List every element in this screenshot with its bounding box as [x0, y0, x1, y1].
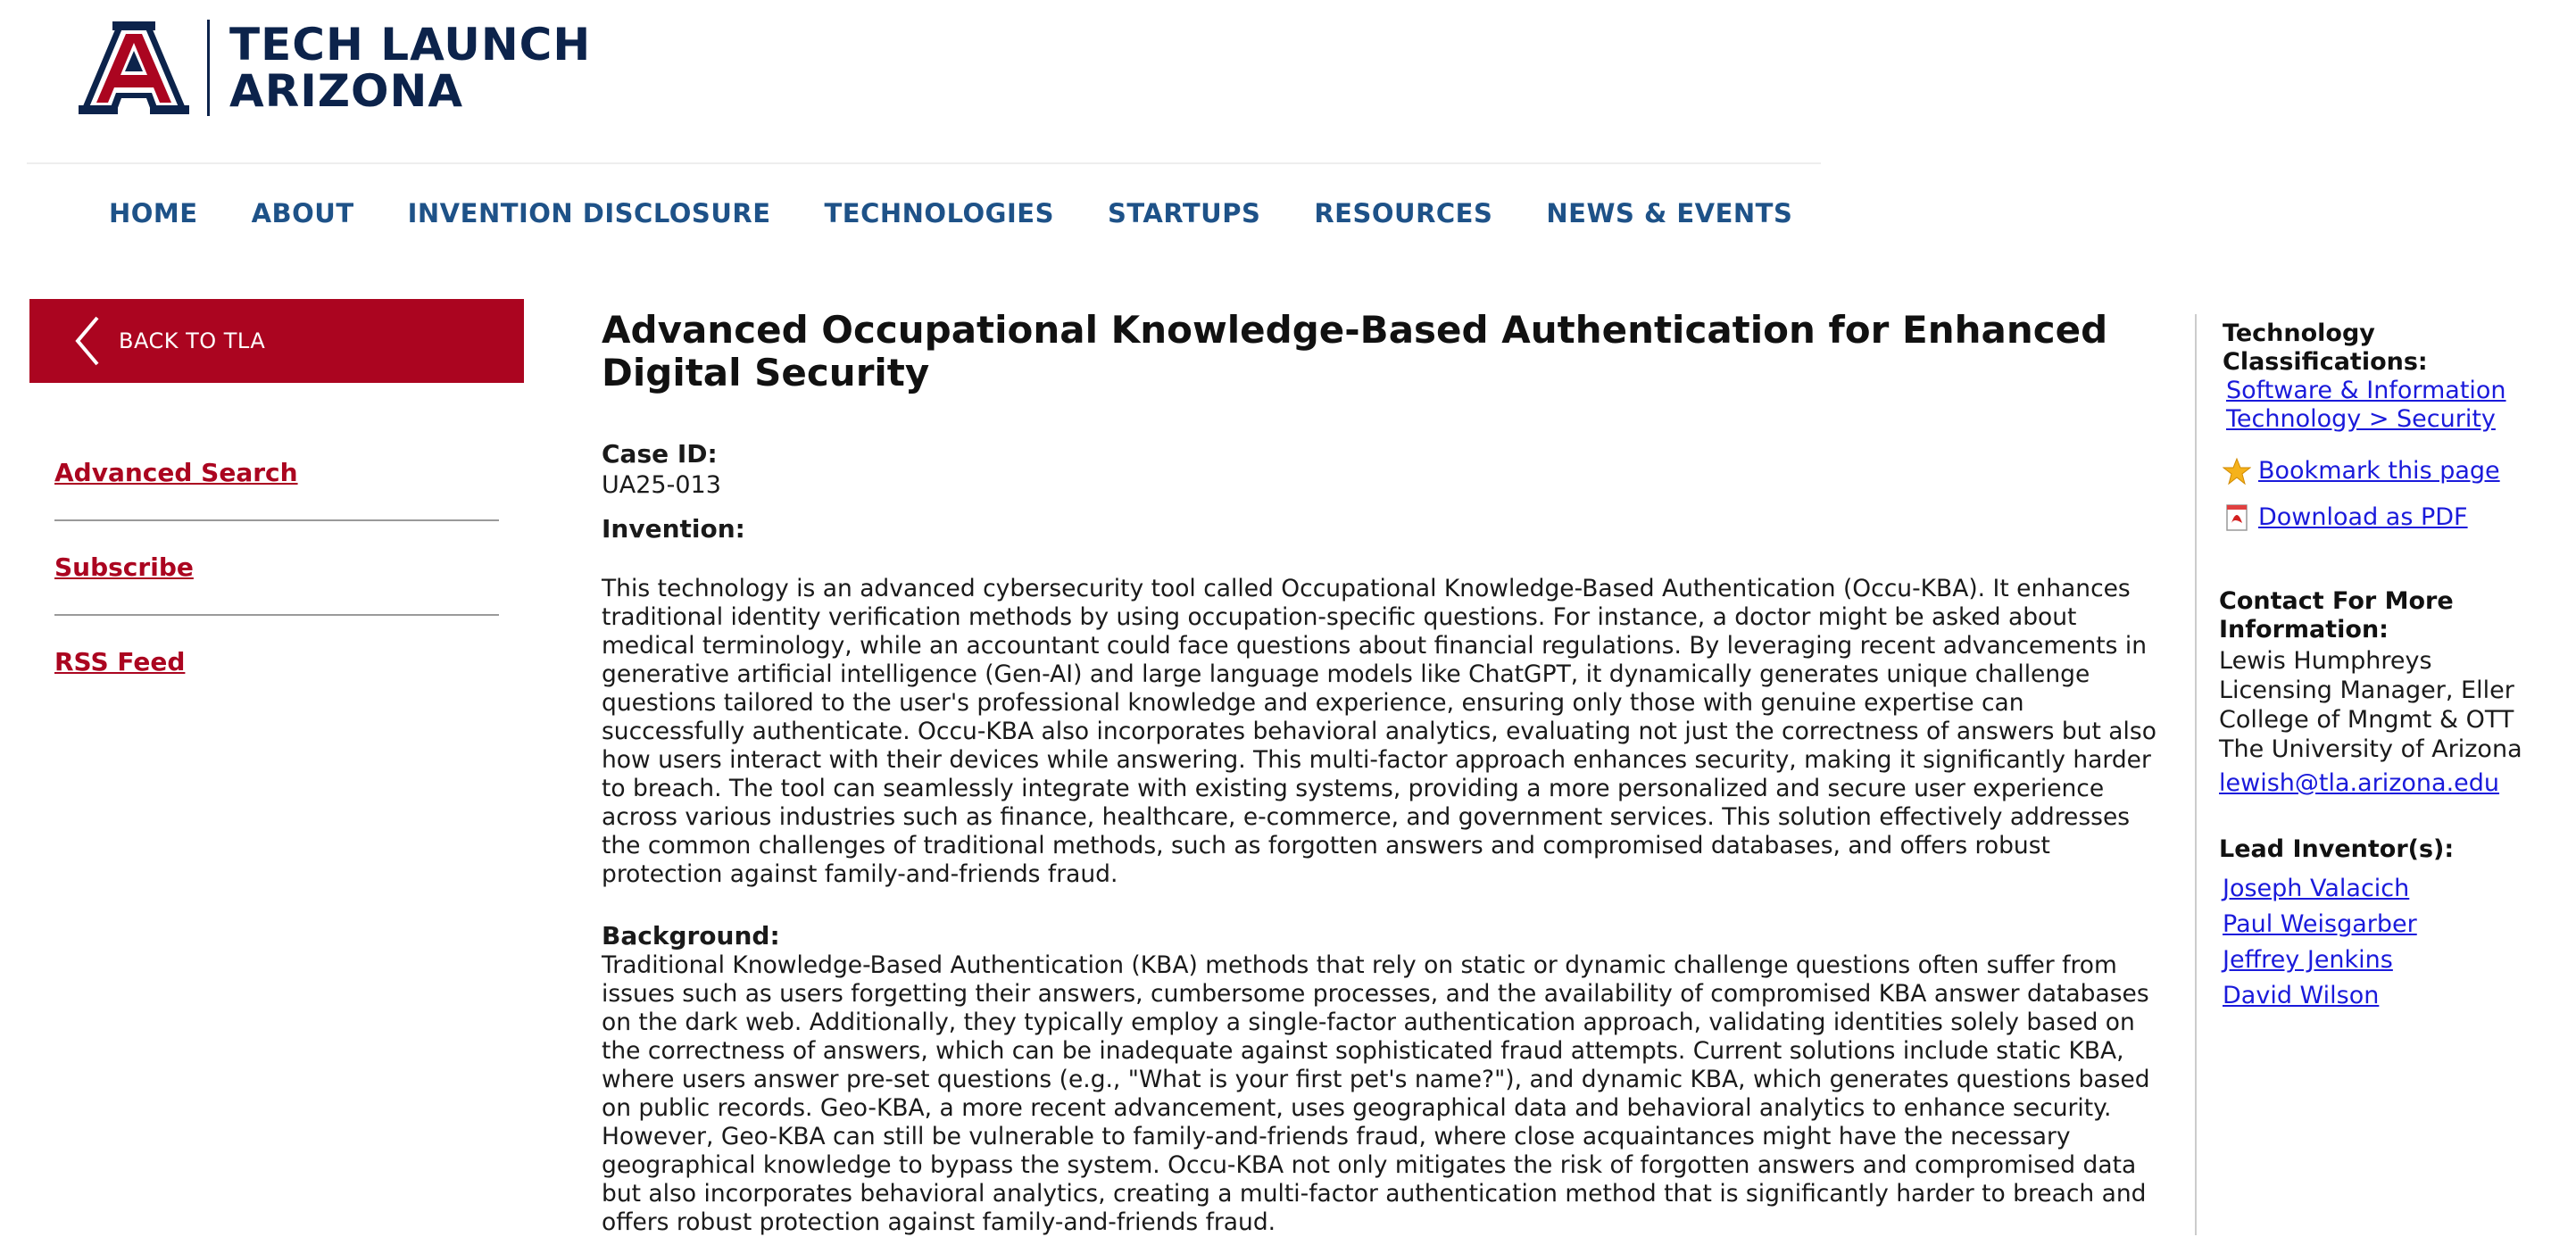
contact-heading-line-2: Information:	[2219, 616, 2389, 643]
right-sidebar: Technology Classifications: Software & I…	[2219, 320, 2571, 1014]
back-to-tla-button[interactable]: BACK TO TLA	[29, 299, 524, 383]
contact-org: The University of Arizona	[2219, 735, 2522, 763]
inventors-heading: Lead Inventor(s):	[2219, 835, 2455, 863]
logo-divider	[207, 20, 210, 116]
background-text: Traditional Knowledge-Based Authenticati…	[602, 951, 2150, 1236]
pdf-icon	[2226, 504, 2248, 531]
classification-link-line-1: Software & Information	[2226, 377, 2506, 404]
nav-item-startups[interactable]: STARTUPS	[1108, 195, 1260, 232]
advanced-search-link[interactable]: Advanced Search	[54, 446, 499, 500]
pdf-row: Download as PDF	[2223, 503, 2571, 532]
classification-link[interactable]: Software & Information Technology > Secu…	[2226, 377, 2571, 434]
classification-link-line-2: Technology > Security	[2226, 405, 2496, 433]
ua-block-a-logo	[79, 21, 189, 114]
nav-item-about[interactable]: ABOUT	[252, 195, 354, 232]
sidebar-links: Advanced Search Subscribe RSS Feed	[54, 446, 499, 689]
bookmark-link[interactable]: Bookmark this page	[2258, 457, 2500, 486]
inventor-link[interactable]: Jeffrey Jenkins	[2223, 942, 2571, 978]
nav-item-home[interactable]: HOME	[109, 195, 198, 232]
sidebar-divider	[54, 519, 499, 521]
site-logo[interactable]: TECH LAUNCH ARIZONA	[77, 20, 591, 116]
back-button-label: BACK TO TLA	[119, 328, 266, 353]
inventor-link[interactable]: Paul Weisgarber	[2223, 907, 2571, 942]
main-nav: HOME ABOUT INVENTION DISCLOSURE TECHNOLO…	[82, 195, 1819, 232]
case-id-label: Case ID:	[602, 439, 718, 469]
classifications-heading: Technology Classifications:	[2223, 320, 2428, 376]
invention-label: Invention:	[602, 514, 745, 544]
contact-heading: Contact For More Information:	[2219, 587, 2571, 644]
inventor-link[interactable]: David Wilson	[2223, 978, 2571, 1014]
nav-item-invention-disclosure[interactable]: INVENTION DISCLOSURE	[408, 195, 771, 232]
contact-heading-line-1: Contact For More	[2219, 587, 2454, 615]
nav-item-resources[interactable]: RESOURCES	[1314, 195, 1492, 232]
background-label: Background:	[602, 921, 780, 951]
logo-line-2: ARIZONA	[229, 65, 464, 117]
download-pdf-link[interactable]: Download as PDF	[2258, 503, 2468, 532]
contact-details: Lewis Humphreys Licensing Manager, Eller…	[2219, 646, 2571, 798]
contact-title-line-1: Licensing Manager, Eller	[2219, 677, 2514, 704]
main-content: Advanced Occupational Knowledge-Based Au…	[602, 309, 2173, 1237]
sidebar-divider	[54, 614, 499, 616]
logo-wordmark: TECH LAUNCH ARIZONA	[229, 21, 591, 114]
content-divider	[2195, 314, 2197, 1235]
case-id-value: UA25-013	[602, 471, 721, 499]
contact-title-line-2: College of Mngmt & OTT	[2219, 706, 2514, 734]
nav-item-technologies[interactable]: TECHNOLOGIES	[825, 195, 1054, 232]
invention-text: This technology is an advanced cybersecu…	[602, 575, 2156, 888]
subscribe-link[interactable]: Subscribe	[54, 541, 499, 594]
star-icon	[2223, 457, 2251, 486]
nav-item-news-events[interactable]: NEWS & EVENTS	[1546, 195, 1792, 232]
rss-feed-link[interactable]: RSS Feed	[54, 635, 499, 689]
chevron-left-icon	[75, 316, 99, 366]
header-divider	[27, 162, 1821, 164]
inventor-link[interactable]: Joseph Valacich	[2223, 871, 2571, 907]
bookmark-row: Bookmark this page	[2223, 457, 2571, 486]
inventors-list: Joseph Valacich Paul Weisgarber Jeffrey …	[2223, 871, 2571, 1014]
contact-name: Lewis Humphreys	[2219, 647, 2432, 675]
contact-email-link[interactable]: lewish@tla.arizona.edu	[2219, 769, 2571, 798]
page-title: Advanced Occupational Knowledge-Based Au…	[602, 308, 2108, 394]
logo-line-1: TECH LAUNCH	[229, 19, 592, 71]
